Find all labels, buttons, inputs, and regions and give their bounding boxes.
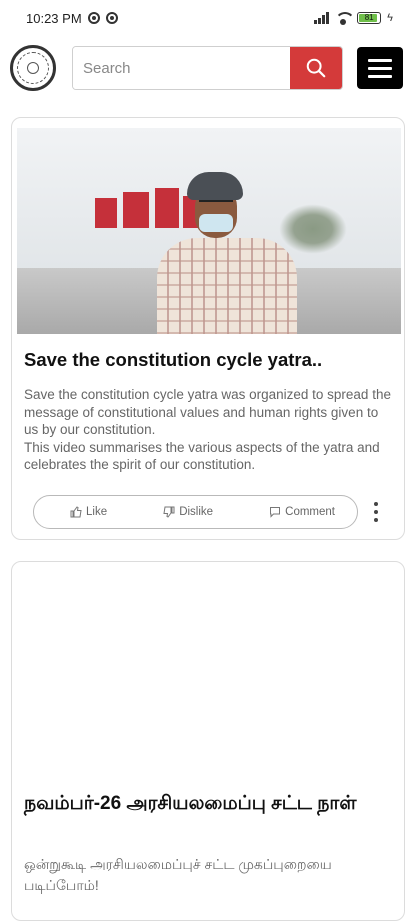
signal-icon bbox=[314, 12, 330, 24]
tree-graphic bbox=[279, 204, 347, 254]
hamburger-menu-icon bbox=[368, 58, 392, 62]
post-title[interactable]: நவம்பர்-26 அரசியலமைப்பு சட்ட நாள் bbox=[24, 790, 394, 817]
menu-button[interactable] bbox=[357, 47, 403, 89]
helmet-graphic bbox=[187, 172, 243, 200]
app-header bbox=[0, 36, 415, 100]
post-actions: Like Dislike Comment bbox=[33, 495, 358, 529]
status-left: 10:23 PM bbox=[26, 11, 118, 26]
notification-icon bbox=[105, 12, 118, 24]
search-button[interactable] bbox=[290, 47, 342, 89]
post-description: ஒன்றுகூடி அரசியலமைப்புச் சட்ட முகப்புறைய… bbox=[24, 856, 332, 893]
like-label: Like bbox=[86, 506, 108, 518]
thumbs-down-icon bbox=[163, 506, 175, 518]
charging-icon: ϟ bbox=[387, 12, 393, 24]
like-button[interactable]: Like bbox=[70, 506, 107, 518]
status-time: 10:23 PM bbox=[26, 10, 82, 26]
comment-button[interactable]: Comment bbox=[269, 506, 335, 518]
thumbs-up-icon bbox=[70, 506, 82, 518]
status-bar: 10:23 PM 81 ϟ bbox=[0, 0, 415, 36]
status-right: 81 ϟ bbox=[314, 12, 393, 25]
search-icon bbox=[306, 58, 326, 78]
emblem-logo-icon[interactable] bbox=[10, 45, 56, 91]
post-description: Save the constitution cycle yatra was or… bbox=[24, 387, 391, 472]
person-graphic bbox=[157, 238, 297, 334]
search-input[interactable] bbox=[73, 47, 290, 89]
post-title[interactable]: Save the constitution cycle yatra.. bbox=[24, 348, 394, 372]
dislike-button[interactable]: Dislike bbox=[163, 506, 213, 518]
post-card[interactable]: நவம்பர்-26 அரசியலமைப்பு சட்ட நாள் ஒன்றுக… bbox=[11, 561, 405, 921]
notification-icon bbox=[87, 12, 100, 24]
battery-level: 81 bbox=[364, 13, 374, 22]
more-options-icon[interactable] bbox=[372, 502, 380, 522]
comment-label: Comment bbox=[285, 506, 335, 518]
video-thumbnail[interactable] bbox=[17, 128, 401, 334]
battery-icon: 81 bbox=[357, 12, 382, 24]
wifi-icon bbox=[335, 12, 356, 25]
comment-icon bbox=[270, 507, 281, 518]
post-card[interactable]: Save the constitution cycle yatra.. Save… bbox=[11, 117, 405, 540]
search-bar bbox=[72, 46, 343, 90]
dislike-label: Dislike bbox=[179, 506, 214, 518]
